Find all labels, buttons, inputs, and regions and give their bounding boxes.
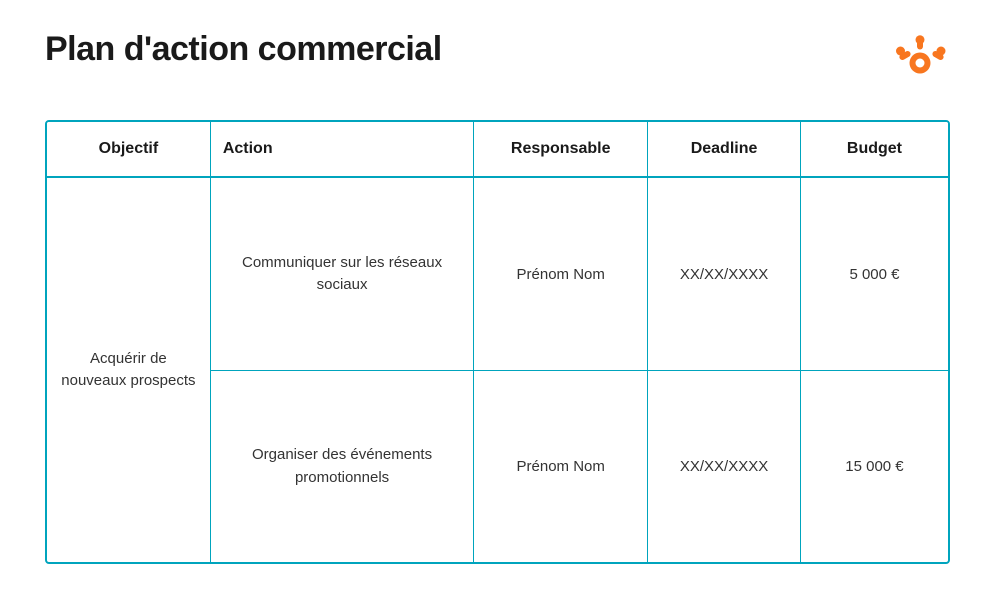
action-plan-table: Objectif Action Responsable Deadline Bud… — [47, 122, 948, 562]
budget-cell-2: 15 000 € — [800, 371, 948, 562]
col-header-objectif: Objectif — [47, 122, 210, 177]
page-title: Plan d'action commercial — [45, 30, 442, 69]
table-row: Acquérir de nouveaux prospects Communiqu… — [47, 177, 948, 371]
page-header: Plan d'action commercial — [45, 30, 950, 90]
action-cell-2: Organiser des événements promotionnels — [210, 371, 473, 562]
deadline-cell-2: XX/XX/XXXX — [648, 371, 801, 562]
col-header-deadline: Deadline — [648, 122, 801, 177]
table-header-row: Objectif Action Responsable Deadline Bud… — [47, 122, 948, 177]
col-header-action: Action — [210, 122, 473, 177]
responsable-cell-1: Prénom Nom — [474, 177, 648, 371]
responsable-cell-2: Prénom Nom — [474, 371, 648, 562]
action-plan-table-container: Objectif Action Responsable Deadline Bud… — [45, 120, 950, 564]
col-header-responsable: Responsable — [474, 122, 648, 177]
deadline-cell-1: XX/XX/XXXX — [648, 177, 801, 371]
objectif-cell: Acquérir de nouveaux prospects — [47, 177, 210, 562]
col-header-budget: Budget — [800, 122, 948, 177]
budget-cell-1: 5 000 € — [800, 177, 948, 371]
hubspot-logo-icon — [890, 30, 950, 90]
action-cell-1: Communiquer sur les réseaux sociaux — [210, 177, 473, 371]
